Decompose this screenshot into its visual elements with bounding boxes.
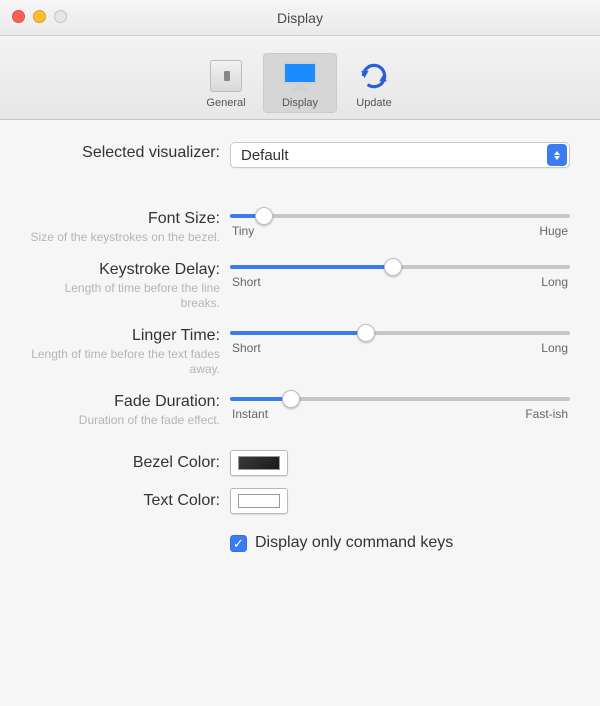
keystroke-delay-hint: Length of time before the line breaks. bbox=[30, 281, 220, 311]
bezel-color-well[interactable] bbox=[230, 450, 288, 476]
slider-thumb[interactable] bbox=[384, 258, 402, 276]
slider-min-label: Short bbox=[232, 275, 261, 289]
slider-fill bbox=[230, 331, 366, 335]
linger-time-slider[interactable] bbox=[230, 331, 570, 335]
text-color-well[interactable] bbox=[230, 488, 288, 514]
keystroke-delay-label: Keystroke Delay: bbox=[30, 261, 220, 279]
bezel-color-row: Bezel Color: bbox=[30, 450, 570, 476]
titlebar: Display bbox=[0, 0, 600, 36]
zoom-icon[interactable] bbox=[54, 10, 67, 23]
refresh-icon bbox=[357, 59, 391, 93]
slider-max-label: Long bbox=[541, 275, 568, 289]
text-color-swatch bbox=[238, 494, 280, 508]
visualizer-row: Selected visualizer: Default bbox=[30, 142, 570, 168]
display-command-keys-label: Display only command keys bbox=[255, 534, 453, 552]
switch-icon bbox=[209, 59, 243, 93]
font-size-slider[interactable] bbox=[230, 214, 570, 218]
slider-max-label: Long bbox=[541, 341, 568, 355]
linger-time-label: Linger Time: bbox=[30, 327, 220, 345]
minimize-icon[interactable] bbox=[33, 10, 46, 23]
tab-label: Update bbox=[356, 97, 391, 109]
window-title: Display bbox=[277, 10, 323, 26]
bezel-color-swatch bbox=[238, 456, 280, 470]
monitor-icon bbox=[283, 59, 317, 93]
preferences-window: Display General Display Update bbox=[0, 0, 600, 706]
tab-display[interactable]: Display bbox=[263, 53, 337, 113]
keystroke-delay-row: Keystroke Delay: Length of time before t… bbox=[30, 259, 570, 311]
fade-duration-hint: Duration of the fade effect. bbox=[30, 413, 220, 428]
linger-time-row: Linger Time: Length of time before the t… bbox=[30, 325, 570, 377]
font-size-label: Font Size: bbox=[30, 210, 220, 228]
display-command-keys-checkbox[interactable]: ✓ bbox=[230, 535, 247, 552]
tab-update[interactable]: Update bbox=[337, 53, 411, 113]
slider-min-label: Instant bbox=[232, 407, 268, 421]
slider-thumb[interactable] bbox=[255, 207, 273, 225]
chevron-updown-icon bbox=[547, 144, 567, 166]
slider-thumb[interactable] bbox=[282, 390, 300, 408]
slider-max-label: Huge bbox=[539, 224, 568, 238]
fade-duration-slider[interactable] bbox=[230, 397, 570, 401]
slider-min-label: Tiny bbox=[232, 224, 254, 238]
content-area: Selected visualizer: Default Font Size: … bbox=[0, 120, 600, 706]
font-size-hint: Size of the keystrokes on the bezel. bbox=[30, 230, 220, 245]
slider-thumb[interactable] bbox=[357, 324, 375, 342]
visualizer-value: Default bbox=[241, 147, 289, 164]
tab-general[interactable]: General bbox=[189, 53, 263, 113]
keystroke-delay-slider[interactable] bbox=[230, 265, 570, 269]
traffic-lights bbox=[12, 10, 67, 23]
text-color-row: Text Color: bbox=[30, 488, 570, 514]
tab-label: Display bbox=[282, 97, 318, 109]
text-color-label: Text Color: bbox=[30, 492, 220, 510]
bezel-color-label: Bezel Color: bbox=[30, 454, 220, 472]
command-keys-row: ✓ Display only command keys bbox=[30, 534, 570, 552]
fade-duration-label: Fade Duration: bbox=[30, 393, 220, 411]
visualizer-select[interactable]: Default bbox=[230, 142, 570, 168]
slider-max-label: Fast-ish bbox=[525, 407, 568, 421]
toolbar: General Display Update bbox=[0, 36, 600, 120]
slider-min-label: Short bbox=[232, 341, 261, 355]
visualizer-label: Selected visualizer: bbox=[30, 144, 220, 162]
linger-time-hint: Length of time before the text fades awa… bbox=[30, 347, 220, 377]
fade-duration-row: Fade Duration: Duration of the fade effe… bbox=[30, 391, 570, 428]
slider-fill bbox=[230, 265, 393, 269]
close-icon[interactable] bbox=[12, 10, 25, 23]
checkmark-icon: ✓ bbox=[233, 537, 244, 550]
tab-label: General bbox=[206, 97, 245, 109]
font-size-row: Font Size: Size of the keystrokes on the… bbox=[30, 208, 570, 245]
